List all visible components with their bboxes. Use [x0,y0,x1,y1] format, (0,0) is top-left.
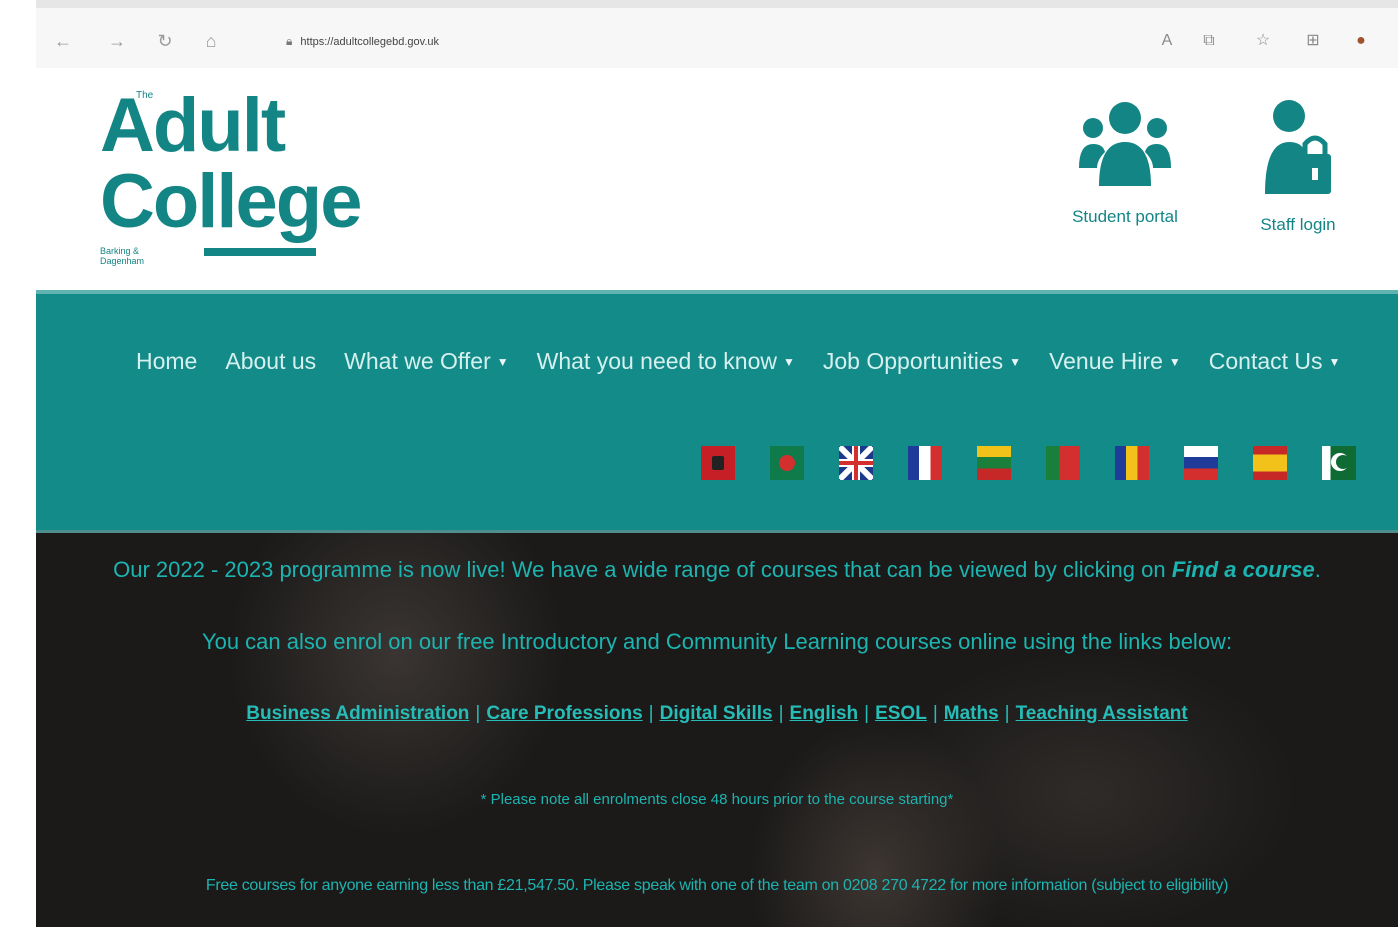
student-group-icon [1079,102,1171,186]
staff-lock-icon [1265,100,1331,194]
pakistan-flag-icon[interactable] [1322,446,1356,480]
staff-login-label: Staff login [1260,215,1336,234]
nav-item-label: Home [136,348,198,374]
announcement-text: Our 2022 - 2023 programme is now live! W… [113,557,1172,582]
logo-adult-text: Adult [100,83,286,168]
nav-item-about-us[interactable]: About us [225,348,316,375]
student-portal-label: Student portal [1072,207,1178,226]
enrolment-note: * Please note all enrolments close 48 ho… [480,791,954,808]
nav-item-label: What we Offer [344,348,491,374]
business-administration-link[interactable]: Business Administration [246,703,469,724]
nav-item-label: About us [225,348,317,374]
english-link[interactable]: English [790,703,859,724]
nav-item-home[interactable]: Home [136,348,197,375]
digital-skills-link[interactable]: Digital Skills [660,703,773,724]
separator: | [864,703,870,724]
albania-flag-icon[interactable] [701,446,735,480]
nav-item-label: Job Opportunities [822,348,1004,374]
lithuania-flag-icon[interactable] [977,446,1011,480]
extensions-icon[interactable]: ⧉ [1198,30,1220,52]
course-links-row: Business Administration | Care Professions… [36,703,1398,725]
browser-toolbar: ← → ↻ ⌂ 🔒︎ https://adultcollegebd.gov.uk … [36,0,1398,68]
chevron-down-icon: ▼ [496,354,509,369]
russia-flag-icon[interactable] [1184,446,1218,480]
nav-item-what-we-offer[interactable]: What we Offer ▼ [344,348,508,375]
find-a-course-link[interactable]: Find a course [1172,557,1315,582]
chevron-down-icon: ▼ [783,354,795,369]
spain-flag-icon[interactable] [1253,446,1287,480]
nav-item-label: Contact Us [1208,348,1323,374]
profile-avatar-icon[interactable]: ● [1350,30,1372,52]
main-navigation: Home About us What we Offer ▼ What you n… [36,290,1398,530]
maths-link[interactable]: Maths [944,703,999,724]
hero-banner: Our 2022 - 2023 programme is now live! W… [36,530,1398,927]
care-professions-link[interactable]: Care Professions [486,703,642,724]
lock-icon: 🔒︎ [286,34,293,48]
nav-item-what-you-need-to-know[interactable]: What you need to know ▼ [537,348,795,375]
student-portal-link[interactable]: Student portal [1060,98,1190,227]
announcement-end: . [1314,557,1321,582]
logo-subtitle: Barking & Dagenham [100,246,145,266]
favorite-star-icon[interactable]: ☆ [1252,30,1274,52]
free-courses-text: Free courses for anyone earning less tha… [205,877,1229,894]
back-arrow-icon[interactable]: ← [52,30,74,52]
separator: | [932,703,938,724]
collections-icon[interactable]: ⊞ [1302,30,1324,52]
nav-item-contact-us[interactable]: Contact Us ▼ [1209,348,1341,375]
romania-flag-icon[interactable] [1115,446,1149,480]
france-flag-icon[interactable] [908,446,942,480]
nav-item-venue-hire[interactable]: Venue Hire ▼ [1049,348,1181,375]
chevron-down-icon: ▼ [1009,354,1022,369]
logo-college-text: College [100,159,362,244]
staff-login-link[interactable]: Staff login [1248,98,1348,235]
nav-menu: Home About us What we Offer ▼ What you n… [136,348,1340,375]
logo-underline-bar [204,248,316,256]
chevron-down-icon: ▼ [1168,354,1181,369]
nav-item-job-opportunities[interactable]: Job Opportunities ▼ [823,348,1021,375]
nav-item-label: Venue Hire [1049,348,1163,374]
separator: | [1004,703,1010,724]
nav-item-label: What you need to know [536,348,777,374]
united-kingdom-flag-icon[interactable] [839,446,873,480]
url-text: https://adultcollegebd.gov.uk [300,36,440,48]
language-flags [701,446,1356,480]
separator: | [475,703,481,724]
refresh-icon[interactable]: ↻ [154,30,176,52]
site-header: The Adult College Barking & Dagenham Stu… [36,68,1398,290]
forward-arrow-icon[interactable]: → [106,30,128,52]
portugal-flag-icon[interactable] [1046,446,1080,480]
address-bar[interactable]: 🔒︎ https://adultcollegebd.gov.uk [286,30,439,52]
teaching-assistant-link[interactable]: Teaching Assistant [1016,703,1188,724]
separator: | [648,703,654,724]
esol-link[interactable]: ESOL [875,703,927,724]
chevron-down-icon: ▼ [1328,354,1341,369]
home-icon[interactable]: ⌂ [200,30,222,52]
bangladesh-flag-icon[interactable] [770,446,804,480]
programme-announcement: Our 2022 - 2023 programme is now live! W… [36,557,1398,583]
separator: | [778,703,784,724]
enrol-online-text: You can also enrol on our free Introduct… [201,629,1233,654]
read-aloud-icon[interactable]: A [1156,30,1178,52]
